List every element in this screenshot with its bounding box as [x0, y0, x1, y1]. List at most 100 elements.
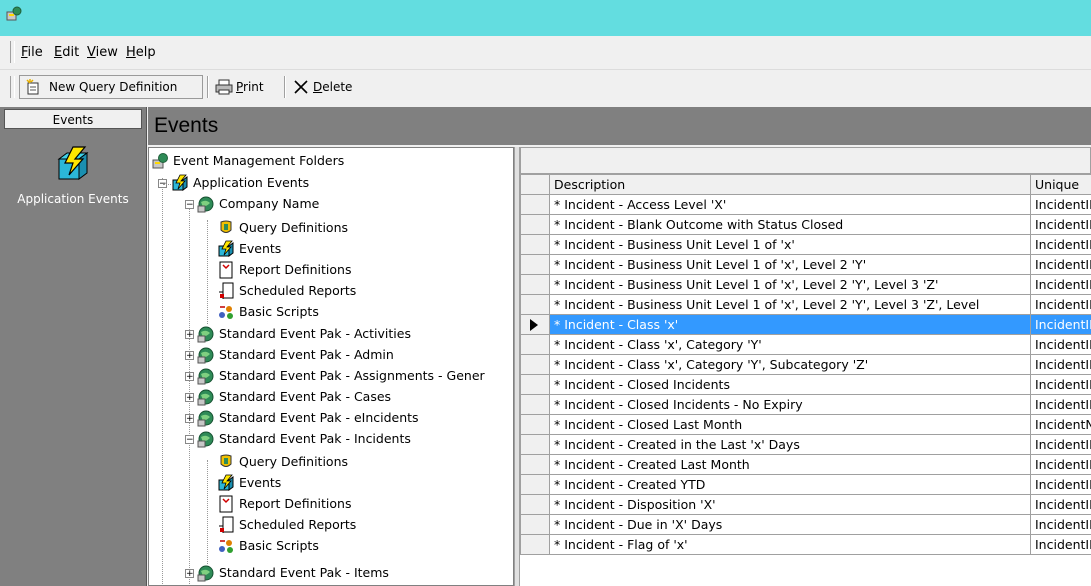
- column-header-unique[interactable]: Unique: [1030, 174, 1091, 195]
- cell-description[interactable]: * Incident - Created in the Last 'x' Day…: [549, 434, 1031, 455]
- tree-node-scheduled-reports[interactable]: Scheduled Reports: [217, 515, 356, 535]
- cell-unique[interactable]: IncidentID: [1030, 194, 1091, 215]
- row-selector[interactable]: [520, 474, 550, 495]
- expand-toggle[interactable]: +: [185, 393, 194, 403]
- cell-unique[interactable]: IncidentID: [1030, 494, 1091, 515]
- menu-help[interactable]: Help: [126, 45, 156, 60]
- table-row[interactable]: * Incident - Flag of 'x'IncidentID: [520, 534, 1091, 555]
- print-button[interactable]: Print: [215, 75, 277, 99]
- row-selector[interactable]: [520, 454, 550, 475]
- cell-description[interactable]: * Incident - Class 'x', Category 'Y', Su…: [549, 354, 1031, 375]
- row-selector[interactable]: [520, 394, 550, 415]
- cell-unique[interactable]: IncidentID: [1030, 254, 1091, 275]
- cell-description[interactable]: * Incident - Disposition 'X': [549, 494, 1031, 515]
- table-row[interactable]: * Incident - Created YTDIncidentID: [520, 474, 1091, 495]
- row-selector[interactable]: [520, 414, 550, 435]
- cell-description[interactable]: * Incident - Business Unit Level 1 of 'x…: [549, 274, 1031, 295]
- cell-unique[interactable]: IncidentID: [1030, 374, 1091, 395]
- tree-node-application-events[interactable]: Application Events: [171, 173, 309, 193]
- table-row[interactable]: * Incident - Access Level 'X'IncidentID: [520, 194, 1091, 215]
- cell-description[interactable]: * Incident - Closed Incidents: [549, 374, 1031, 395]
- row-selector[interactable]: [520, 494, 550, 515]
- cell-unique[interactable]: IncidentID: [1030, 474, 1091, 495]
- tree-node-query-definitions[interactable]: Query Definitions: [217, 218, 348, 238]
- table-row[interactable]: * Incident - Created Last Month IncidentI…: [520, 454, 1091, 475]
- cell-description[interactable]: * Incident - Business Unit Level 1 of 'x…: [549, 254, 1031, 275]
- table-row[interactable]: * Incident - Class 'x', Category 'Y' Inci…: [520, 334, 1091, 355]
- cell-description[interactable]: * Incident - Class 'x', Category 'Y': [549, 334, 1031, 355]
- table-row[interactable]: * Incident - Closed IncidentsIncidentID: [520, 374, 1091, 395]
- table-row[interactable]: * Incident - Closed Incidents - No Expir…: [520, 394, 1091, 415]
- tree-node-basic-scripts[interactable]: Basic Scripts: [217, 536, 319, 556]
- table-row[interactable]: * Incident - Blank Outcome with Status C…: [520, 214, 1091, 235]
- table-row[interactable]: * Incident - Business Unit Level 1 of 'x…: [520, 254, 1091, 275]
- table-row[interactable]: * Incident - Closed Last MonthIncidentNu…: [520, 414, 1091, 435]
- expand-toggle[interactable]: +: [185, 414, 194, 424]
- table-row[interactable]: * Incident - Business Unit Level 1 of 'x…: [520, 234, 1091, 255]
- tree-node-pak-assignments[interactable]: Standard Event Pak - Assignments - Gener: [197, 366, 485, 386]
- row-selector[interactable]: [520, 314, 550, 335]
- cell-description[interactable]: * Incident - Access Level 'X': [549, 194, 1031, 215]
- expand-toggle[interactable]: +: [185, 372, 194, 382]
- cell-description[interactable]: * Incident - Closed Incidents - No Expir…: [549, 394, 1031, 415]
- cell-unique[interactable]: IncidentID: [1030, 234, 1091, 255]
- cell-description[interactable]: * Incident - Created YTD: [549, 474, 1031, 495]
- cell-description[interactable]: * Incident - Business Unit Level 1 of 'x…: [549, 294, 1031, 315]
- cell-unique[interactable]: IncidentID: [1030, 514, 1091, 535]
- row-selector[interactable]: [520, 514, 550, 535]
- cell-description[interactable]: * Incident - Business Unit Level 1 of 'x…: [549, 234, 1031, 255]
- tree-node-report-definitions[interactable]: Report Definitions: [217, 260, 351, 280]
- tree-node-events[interactable]: Events: [217, 239, 281, 259]
- table-row[interactable]: * Incident - Created in the Last 'x' Day…: [520, 434, 1091, 455]
- tree-node-events[interactable]: Events: [217, 473, 281, 493]
- cell-unique[interactable]: IncidentID: [1030, 394, 1091, 415]
- column-header-description[interactable]: Description: [549, 174, 1031, 195]
- cell-description[interactable]: * Incident - Class 'x': [549, 314, 1031, 335]
- row-selector[interactable]: [520, 234, 550, 255]
- expand-toggle[interactable]: +: [185, 351, 194, 361]
- delete-button[interactable]: Delete: [293, 75, 363, 99]
- table-row[interactable]: * Incident - Disposition 'X'IncidentID: [520, 494, 1091, 515]
- row-selector[interactable]: [520, 294, 550, 315]
- tree-node-report-definitions[interactable]: Report Definitions: [217, 494, 351, 514]
- cell-description[interactable]: * Incident - Due in 'X' Days: [549, 514, 1031, 535]
- row-selector[interactable]: [520, 274, 550, 295]
- tree-node-basic-scripts[interactable]: Basic Scripts: [217, 302, 319, 322]
- cell-description[interactable]: * Incident - Flag of 'x': [549, 534, 1031, 555]
- cell-unique[interactable]: IncidentID: [1030, 454, 1091, 475]
- cell-unique[interactable]: IncidentID: [1030, 314, 1091, 335]
- table-row[interactable]: * Incident - Business Unit Level 1 of 'x…: [520, 274, 1091, 295]
- tree-root[interactable]: Event Management Folders: [151, 151, 344, 171]
- tree-node-query-definitions[interactable]: Query Definitions: [217, 452, 348, 472]
- menu-file[interactable]: File: [21, 45, 43, 60]
- menu-edit[interactable]: Edit: [54, 45, 79, 60]
- cell-description[interactable]: * Incident - Blank Outcome with Status C…: [549, 214, 1031, 235]
- tree-node-pak-activities[interactable]: Standard Event Pak - Activities: [197, 324, 411, 344]
- cell-unique[interactable]: IncidentID: [1030, 274, 1091, 295]
- cell-unique[interactable]: IncidentID: [1030, 214, 1091, 235]
- collapse-toggle[interactable]: −: [185, 200, 194, 210]
- new-query-definition-button[interactable]: New Query Definition: [19, 75, 203, 99]
- cell-unique[interactable]: IncidentNum: [1030, 414, 1091, 435]
- tree-node-pak-admin[interactable]: Standard Event Pak - Admin: [197, 345, 394, 365]
- row-selector[interactable]: [520, 214, 550, 235]
- tree-node-pak-items[interactable]: Standard Event Pak - Items: [197, 563, 389, 583]
- row-selector[interactable]: [520, 334, 550, 355]
- expand-toggle[interactable]: +: [185, 330, 194, 340]
- tree-node-pak-incidents[interactable]: Standard Event Pak - Incidents: [197, 429, 411, 449]
- table-row[interactable]: * Incident - Due in 'X' DaysIncidentID: [520, 514, 1091, 535]
- row-selector[interactable]: [520, 374, 550, 395]
- row-selector[interactable]: [520, 254, 550, 275]
- tree-node-scheduled-reports[interactable]: Scheduled Reports: [217, 281, 356, 301]
- row-selector[interactable]: [520, 354, 550, 375]
- menu-view[interactable]: View: [87, 45, 118, 60]
- cell-description[interactable]: * Incident - Closed Last Month: [549, 414, 1031, 435]
- cell-description[interactable]: * Incident - Created Last Month: [549, 454, 1031, 475]
- table-row[interactable]: * Incident - Class 'x'IncidentID: [520, 314, 1091, 335]
- cell-unique[interactable]: IncidentID: [1030, 334, 1091, 355]
- cell-unique[interactable]: IncidentID: [1030, 534, 1091, 555]
- tree-node-pak-cases[interactable]: Standard Event Pak - Cases: [197, 387, 391, 407]
- table-row[interactable]: * Incident - Business Unit Level 1 of 'x…: [520, 294, 1091, 315]
- row-selector[interactable]: [520, 194, 550, 215]
- expand-toggle[interactable]: +: [185, 569, 194, 579]
